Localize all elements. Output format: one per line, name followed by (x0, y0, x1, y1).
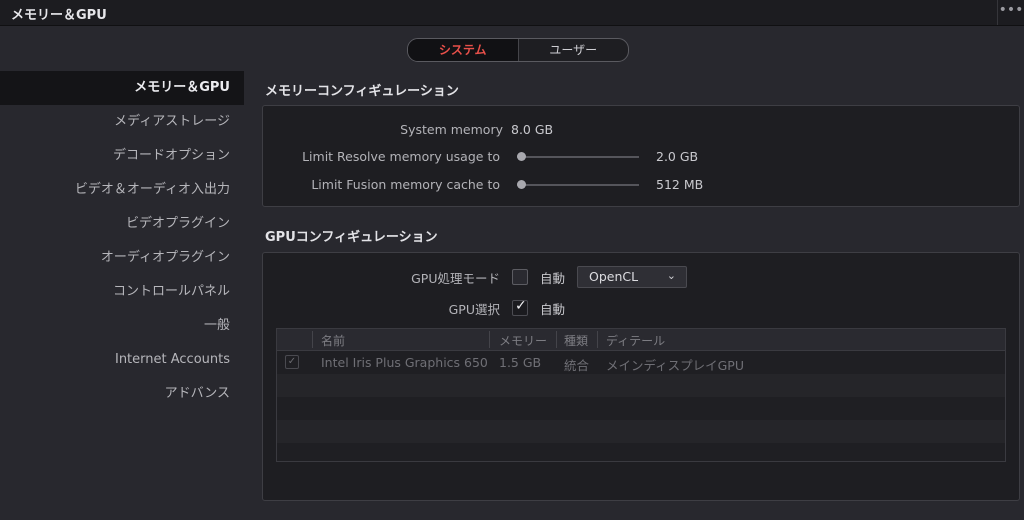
table-row-empty (277, 420, 1005, 443)
memory-panel: System memory 8.0 GB Limit Resolve memor… (262, 105, 1020, 207)
gpu-mode-dropdown-value: OpenCL (589, 269, 639, 284)
fusion-cache-label: Limit Fusion memory cache to (311, 177, 500, 192)
title-bar: メモリー＆GPU ••• (0, 0, 1024, 26)
column-header-name[interactable]: 名前 (321, 332, 345, 349)
more-options-button[interactable]: ••• (997, 0, 1024, 25)
gpu-select-label: GPU選択 (448, 302, 500, 317)
memory-section-title: メモリーコンフィギュレーション (265, 84, 459, 99)
gpu-mode-auto-checkbox[interactable] (512, 269, 528, 285)
column-header-memory[interactable]: メモリー (499, 332, 547, 349)
fusion-cache-value: 512 MB (656, 177, 704, 192)
gpu-detail-cell: メインディスプレイGPU (606, 358, 744, 373)
gpu-mode-label: GPU処理モード (411, 271, 500, 286)
sidebar-item-audio-plugins[interactable]: オーディオプラグイン (0, 241, 244, 275)
resolve-memory-value: 2.0 GB (656, 149, 699, 164)
sidebar: メモリー＆GPU メディアストレージ デコードオプション ビデオ＆オーディオ入出… (0, 71, 244, 411)
table-row-empty (277, 374, 1005, 397)
sidebar-item-advanced[interactable]: アドバンス (0, 377, 244, 411)
sidebar-item-internet-accounts[interactable]: Internet Accounts (0, 343, 244, 377)
scope-tabs: システム ユーザー (407, 38, 629, 62)
window-title: メモリー＆GPU (11, 8, 107, 23)
gpu-name-cell: Intel Iris Plus Graphics 650 (321, 355, 488, 370)
resolve-memory-label: Limit Resolve memory usage to (302, 149, 500, 164)
table-row-empty (277, 443, 1005, 461)
sidebar-item-video-audio-io[interactable]: ビデオ＆オーディオ入出力 (0, 173, 244, 207)
gpu-memory-cell: 1.5 GB (499, 355, 542, 370)
tab-system[interactable]: システム (408, 39, 519, 61)
gpu-mode-dropdown[interactable]: OpenCL ⌄ (577, 266, 687, 288)
column-header-type[interactable]: 種類 (564, 332, 588, 349)
table-row-empty (277, 397, 1005, 420)
system-memory-label: System memory (400, 122, 503, 137)
chevron-down-icon: ⌄ (666, 269, 676, 282)
gpu-panel: GPU処理モード 自動 OpenCL ⌄ GPU選択 ✓ 自動 名前 メモリー … (262, 252, 1020, 501)
gpu-row-checkbox[interactable]: ✓ (285, 355, 299, 369)
gpu-mode-auto-label: 自動 (540, 271, 566, 286)
resolve-memory-slider[interactable] (517, 152, 639, 161)
gpu-select-auto-checkbox[interactable]: ✓ (512, 298, 528, 316)
gpu-table: 名前 メモリー 種類 ディテール ✓ Intel Iris Plus Graph… (276, 328, 1006, 462)
gpu-table-header: 名前 メモリー 種類 ディテール (277, 329, 1005, 351)
sidebar-item-media-storage[interactable]: メディアストレージ (0, 105, 244, 139)
gpu-section-title: GPUコンフィギュレーション (265, 230, 438, 245)
gpu-select-auto-label: 自動 (540, 302, 566, 317)
sidebar-item-memory-gpu[interactable]: メモリー＆GPU (0, 71, 244, 105)
table-row[interactable]: ✓ Intel Iris Plus Graphics 650 1.5 GB 統合… (277, 351, 1005, 374)
sidebar-item-decode-options[interactable]: デコードオプション (0, 139, 244, 173)
tab-user[interactable]: ユーザー (519, 39, 629, 61)
system-memory-value: 8.0 GB (511, 122, 554, 137)
sidebar-item-control-panels[interactable]: コントロールパネル (0, 275, 244, 309)
resolve-memory-slider-thumb[interactable] (517, 152, 526, 161)
fusion-cache-slider-thumb[interactable] (517, 180, 526, 189)
gpu-type-cell: 統合 (564, 358, 590, 373)
column-header-detail[interactable]: ディテール (606, 332, 665, 349)
sidebar-item-video-plugins[interactable]: ビデオプラグイン (0, 207, 244, 241)
checkmark-icon: ✓ (515, 298, 527, 314)
fusion-cache-slider[interactable] (517, 180, 639, 189)
sidebar-item-general[interactable]: 一般 (0, 309, 244, 343)
